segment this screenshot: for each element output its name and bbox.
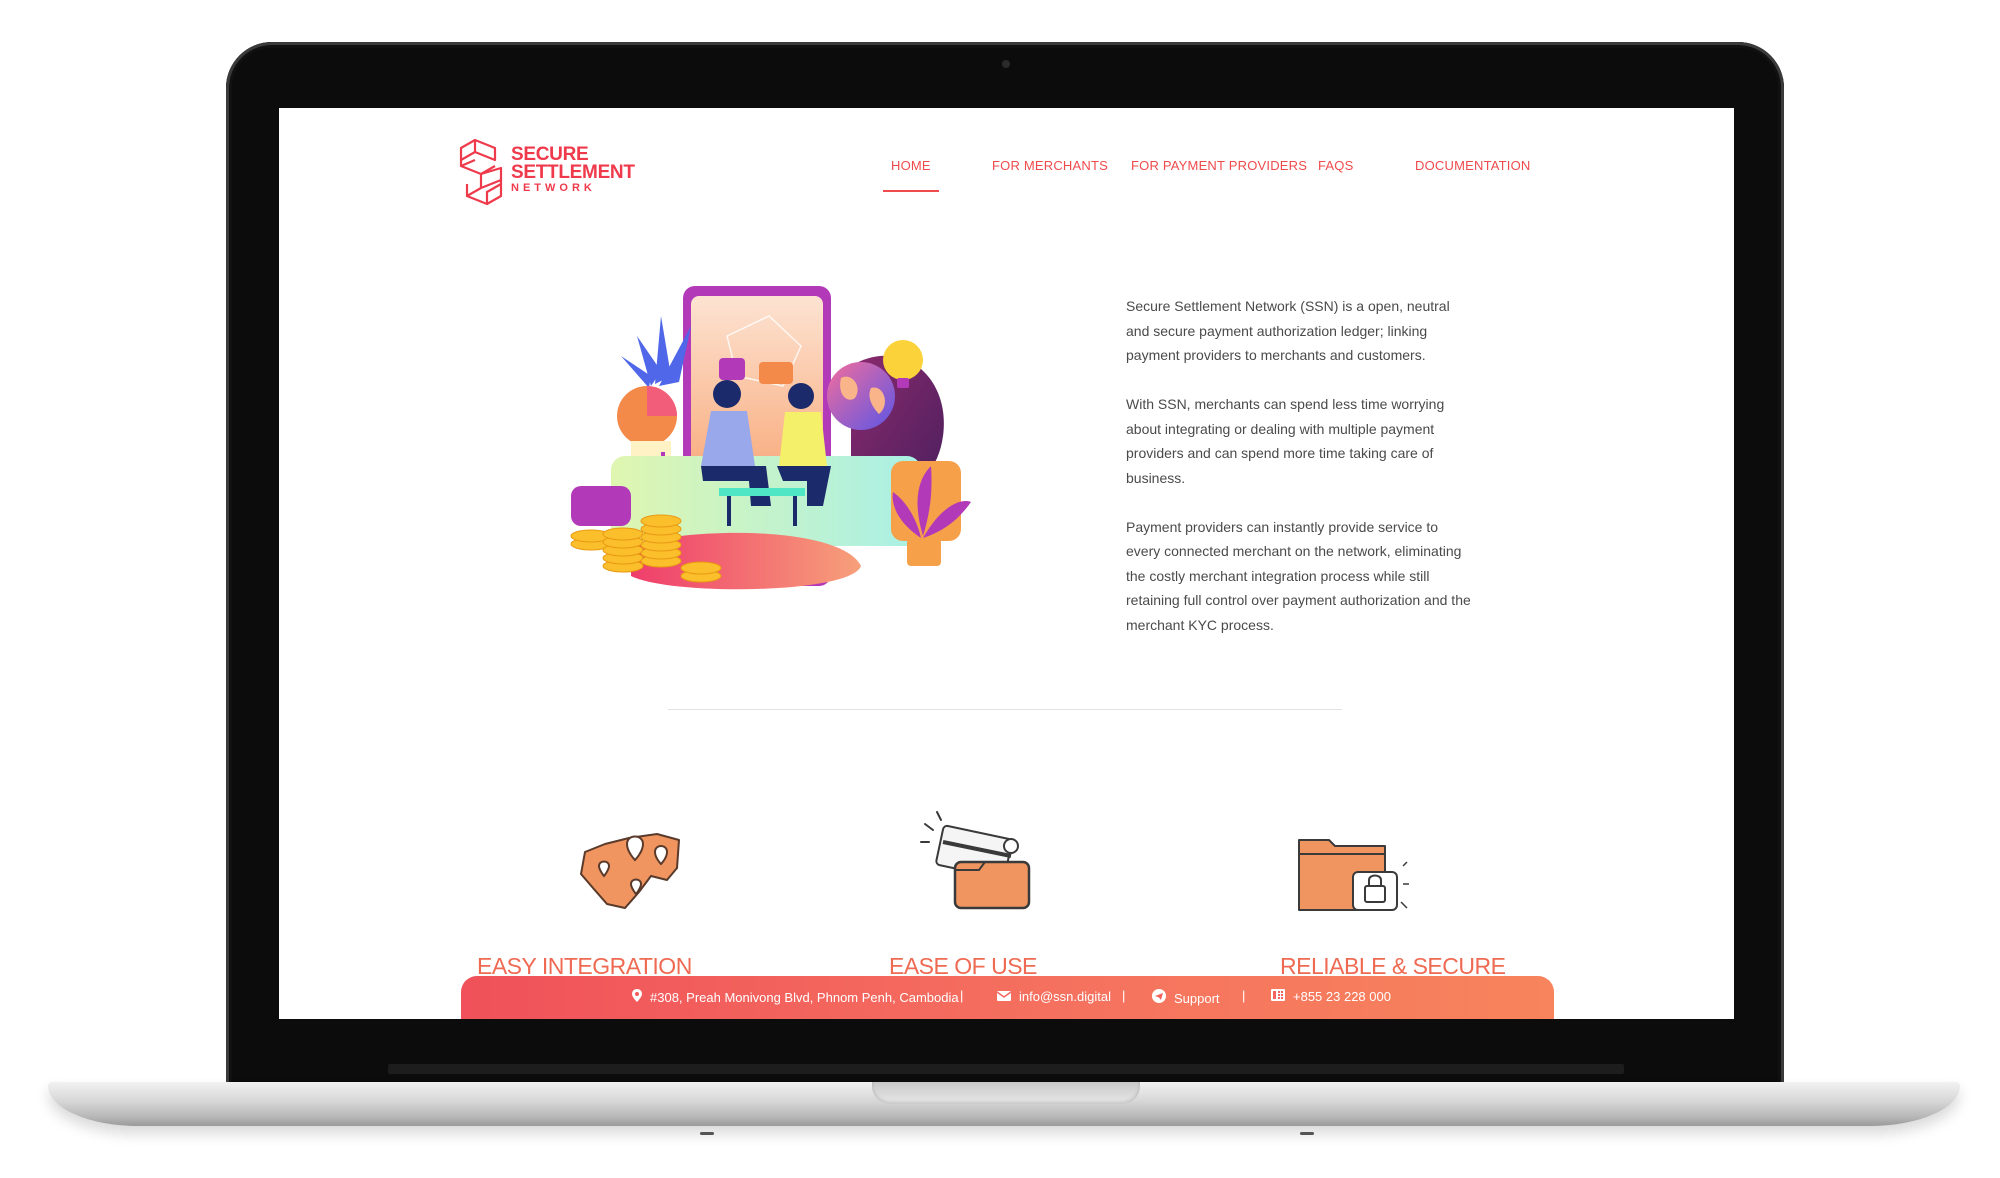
- support-link[interactable]: Support: [1174, 991, 1220, 1006]
- address-item: #308, Preah Monivong Blvd, Phnom Penh, C…: [632, 989, 959, 1005]
- map-pin-icon: [632, 989, 642, 1005]
- cambodia-map-pins-icon: [580, 833, 680, 909]
- laptop-foot: [1300, 1132, 1314, 1135]
- envelope-icon: [996, 989, 1012, 1004]
- support-item[interactable]: Support: [1152, 989, 1220, 1006]
- intro-paragraph-2: With SSN, merchants can spend less time …: [1126, 396, 1445, 486]
- footer-separator: |: [1122, 988, 1126, 1003]
- webcam: [1002, 60, 1010, 68]
- contact-bar: #308, Preah Monivong Blvd, Phnom Penh, C…: [461, 976, 1554, 1019]
- secure-folder-icon: [1298, 839, 1409, 911]
- nav-for-payment-providers[interactable]: FOR PAYMENT PROVIDERS: [1131, 158, 1307, 173]
- phone-item[interactable]: +855 23 228 000: [1271, 989, 1391, 1004]
- phone-fax-icon: [1271, 989, 1285, 1004]
- intro-paragraph-3: Payment providers can instantly provide …: [1126, 518, 1471, 633]
- telegram-icon: [1152, 989, 1166, 1006]
- main-nav: HOME FOR MERCHANTS FOR PAYMENT PROVIDERS…: [279, 158, 1734, 192]
- footer-separator: |: [960, 988, 964, 1003]
- footer-separator: |: [1242, 988, 1246, 1003]
- laptop-notch: [872, 1082, 1140, 1104]
- laptop-foot: [700, 1132, 714, 1135]
- nav-for-merchants[interactable]: FOR MERCHANTS: [992, 158, 1108, 173]
- email-item[interactable]: info@ssn.digital: [996, 989, 1111, 1004]
- intro-paragraph-1: Secure Settlement Network (SSN) is a ope…: [1126, 298, 1450, 363]
- email-link[interactable]: info@ssn.digital: [1019, 989, 1111, 1004]
- nav-home[interactable]: HOME: [883, 158, 939, 192]
- phone-number[interactable]: +855 23 228 000: [1293, 989, 1391, 1004]
- intro-text: Secure Settlement Network (SSN) is a ope…: [1126, 294, 1476, 662]
- hero-illustration: [570, 286, 971, 590]
- nav-faqs[interactable]: FAQS: [1318, 158, 1353, 173]
- address-text: #308, Preah Monivong Blvd, Phnom Penh, C…: [650, 990, 959, 1005]
- section-divider: [668, 709, 1342, 710]
- browser-viewport: SECURE SETTLEMENT NETWORK HOME FOR MERCH…: [279, 108, 1734, 1019]
- nav-documentation[interactable]: DOCUMENTATION: [1415, 158, 1531, 173]
- card-wallet-icon: [920, 811, 1031, 910]
- laptop-hinge: [388, 1064, 1624, 1074]
